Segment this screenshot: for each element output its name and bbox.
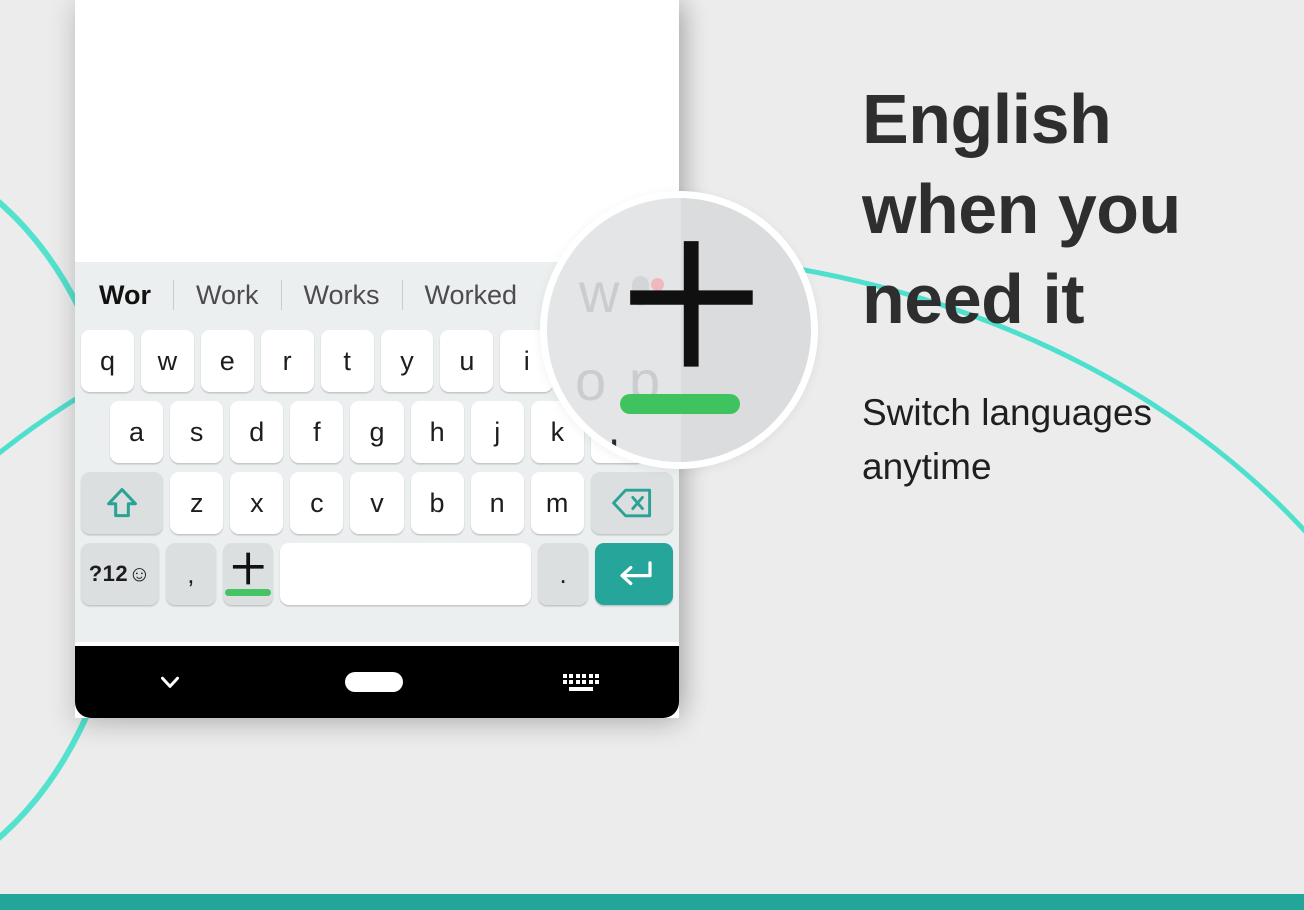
key-y[interactable]: y bbox=[380, 330, 434, 392]
period-key[interactable]: . bbox=[538, 543, 589, 605]
android-navigation-bar bbox=[75, 646, 679, 718]
key-m[interactable]: m bbox=[530, 472, 584, 534]
symbols-key[interactable]: ?12☺ bbox=[81, 543, 159, 605]
suggestion-item-1[interactable]: Work bbox=[174, 280, 281, 311]
key-h[interactable]: h bbox=[410, 401, 464, 463]
keyboard-row-4: ?12☺ , 十 . bbox=[81, 543, 674, 605]
magnified-key-o: o bbox=[575, 349, 607, 412]
suggestion-item-0[interactable]: Wor bbox=[85, 280, 173, 311]
promo-subtitle: Switch languages anytime bbox=[862, 392, 1153, 487]
key-q[interactable]: q bbox=[81, 330, 134, 392]
suggestion-item-2[interactable]: Works bbox=[282, 280, 402, 311]
key-f[interactable]: f bbox=[290, 401, 344, 463]
magnifier-content: w o p k l 十 bbox=[547, 198, 811, 463]
magnified-language-indicator bbox=[620, 394, 740, 414]
home-pill-icon[interactable] bbox=[344, 672, 403, 692]
shift-arrow-icon bbox=[107, 488, 138, 518]
key-a[interactable]: a bbox=[110, 401, 164, 463]
key-r[interactable]: r bbox=[260, 330, 314, 392]
page-title: English when you need it bbox=[862, 80, 1181, 338]
key-n[interactable]: n bbox=[470, 472, 524, 534]
key-d[interactable]: d bbox=[230, 401, 284, 463]
magnifier-overlay: w o p k l 十 bbox=[540, 191, 818, 469]
keyboard-row-3: z x c v b n m bbox=[81, 472, 673, 534]
key-t[interactable]: t bbox=[320, 330, 374, 392]
key-g[interactable]: g bbox=[350, 401, 404, 463]
key-s[interactable]: s bbox=[170, 401, 224, 463]
language-glyph: 十 bbox=[231, 550, 265, 588]
promo-banner: Wor Work Works Worked q w e r t y u i a … bbox=[0, 0, 1304, 910]
keyboard-icon[interactable] bbox=[562, 673, 600, 691]
enter-key[interactable] bbox=[595, 543, 674, 605]
space-key[interactable] bbox=[280, 543, 532, 605]
backspace-icon bbox=[611, 488, 651, 518]
suggestion-item-3[interactable]: Worked bbox=[403, 280, 540, 311]
key-v[interactable]: v bbox=[350, 472, 404, 534]
magnified-key-w: w bbox=[579, 261, 620, 324]
key-x[interactable]: x bbox=[230, 472, 284, 534]
shift-key[interactable] bbox=[81, 472, 164, 534]
key-z[interactable]: z bbox=[170, 472, 224, 534]
promo-copy: English when you need it Switch language… bbox=[862, 74, 1262, 494]
chevron-down-icon[interactable] bbox=[155, 667, 185, 697]
key-w[interactable]: w bbox=[140, 330, 194, 392]
bottom-accent-band bbox=[0, 894, 1304, 910]
language-switch-key[interactable]: 十 bbox=[222, 543, 274, 605]
key-b[interactable]: b bbox=[410, 472, 464, 534]
key-j[interactable]: j bbox=[470, 401, 524, 463]
backspace-key[interactable] bbox=[590, 472, 673, 534]
key-e[interactable]: e bbox=[200, 330, 254, 392]
comma-key[interactable]: , bbox=[165, 543, 216, 605]
key-c[interactable]: c bbox=[290, 472, 344, 534]
enter-arrow-icon bbox=[620, 561, 652, 586]
language-indicator-bar bbox=[225, 589, 272, 596]
magnified-language-glyph: 十 bbox=[625, 235, 757, 382]
key-u[interactable]: u bbox=[440, 330, 494, 392]
